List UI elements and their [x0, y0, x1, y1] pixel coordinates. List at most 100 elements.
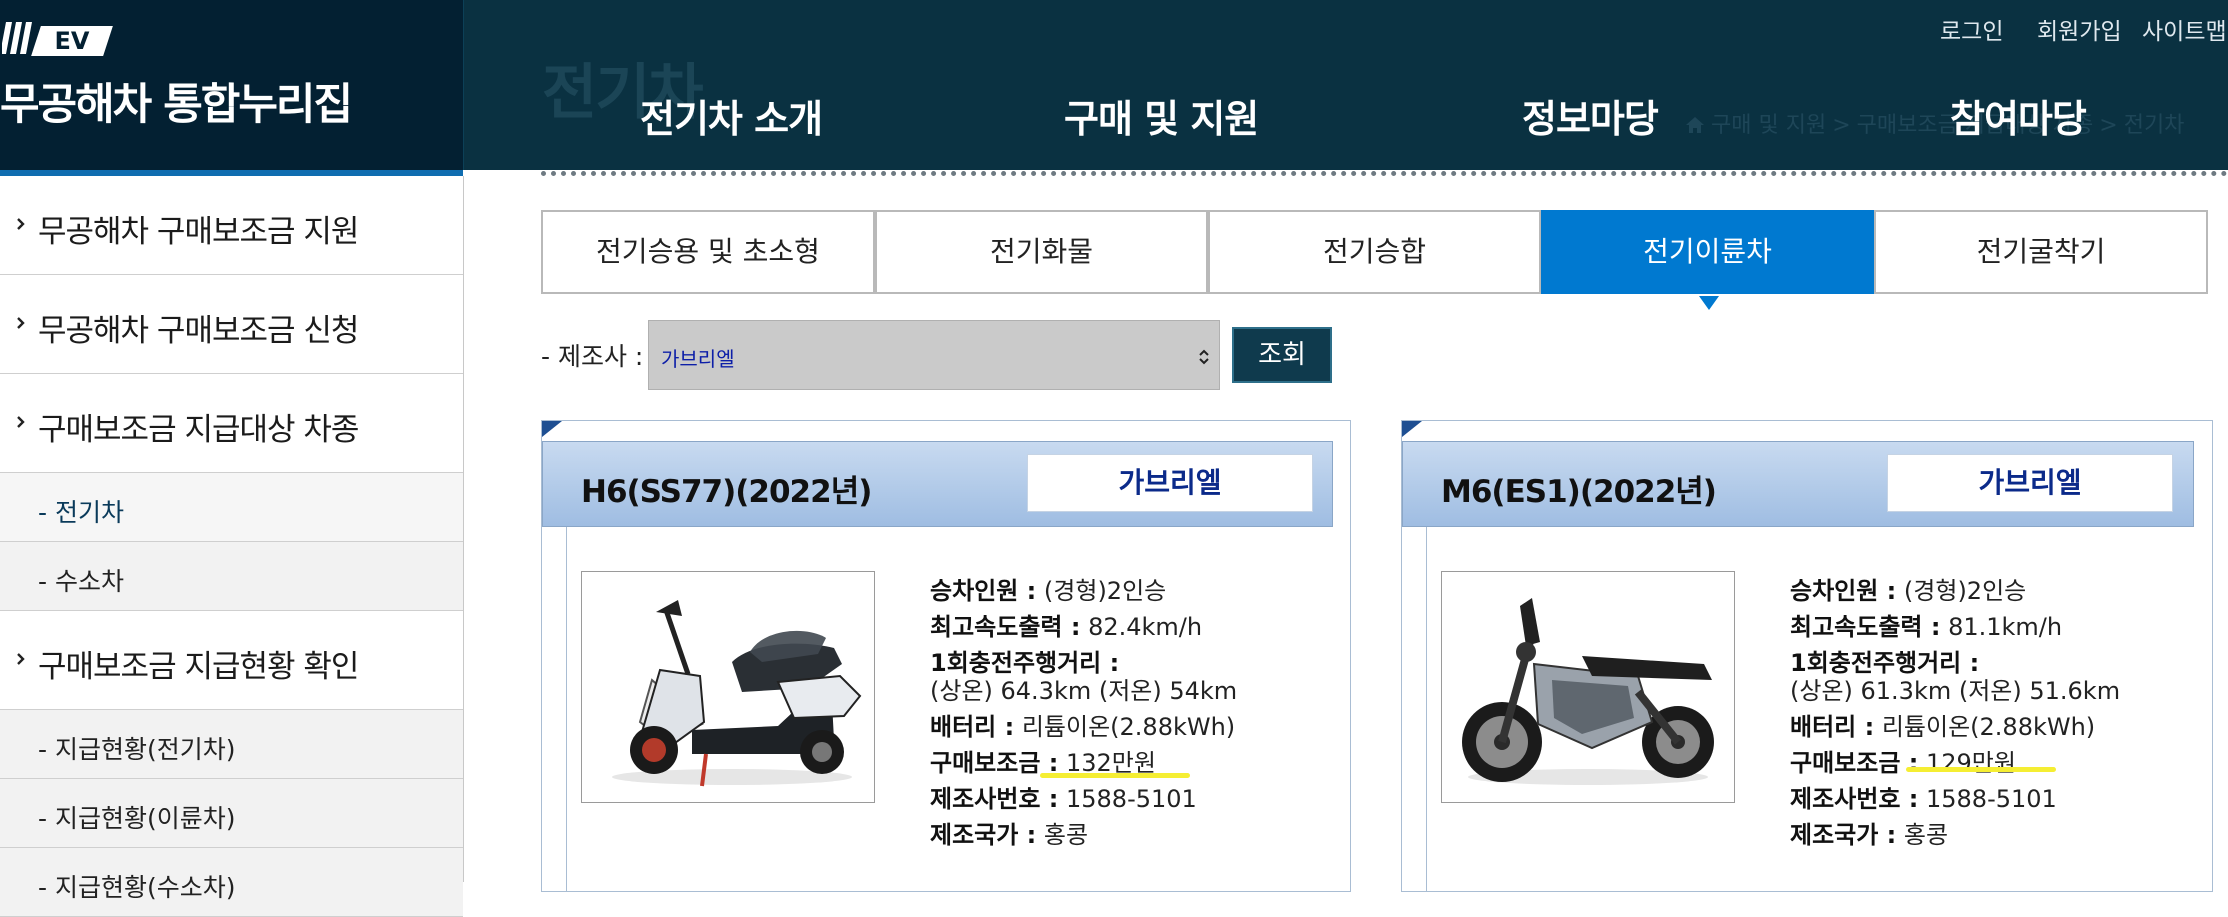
sidebar-item-label: - 지급현황(수소차)	[38, 873, 236, 902]
sidebar-item-eligible-models[interactable]: 구매보조금 지급대상 차종	[0, 374, 463, 473]
chevron-right-icon	[17, 416, 25, 428]
spec-label: 최고속도출력 :	[1790, 613, 1941, 641]
spec-value: 129만원	[1926, 749, 2016, 777]
spec-range: (상온) 64.3km (저온) 54km	[930, 671, 1237, 706]
spec-seats: 승차인원 : (경형)2인승	[930, 571, 1166, 606]
spec-label: 구매보조금 :	[1790, 749, 1919, 777]
chevron-right-icon	[17, 653, 25, 665]
subsidy-highlight	[1040, 773, 1190, 778]
tab-cargo[interactable]: 전기화물	[875, 210, 1208, 294]
spec-label: 제조국가 :	[1790, 821, 1897, 849]
manufacturer-select[interactable]: 가브리엘	[648, 320, 1220, 390]
spec-phone: 제조사번호 : 1588-5101	[930, 779, 1197, 814]
sidebar-subitem-status-hydrogen[interactable]: - 지급현황(수소차)	[0, 848, 463, 917]
sidebar-item-payment-status[interactable]: 구매보조금 지급현황 확인	[0, 611, 463, 710]
spec-country: 제조국가 : 홍콩	[1790, 815, 1948, 850]
manufacturer-select-value: 가브리엘	[661, 347, 735, 371]
manufacturer-label: - 제조사 :	[541, 342, 644, 371]
spec-value: 홍콩	[1043, 821, 1089, 849]
sidebar-subitem-status-ev[interactable]: - 지급현황(전기차)	[0, 710, 463, 779]
scooter-photo-icon	[581, 571, 875, 803]
sidebar-item-label: - 지급현황(전기차)	[38, 735, 236, 764]
spec-value: (경형)2인승	[1043, 577, 1167, 605]
spec-speed: 최고속도출력 : 82.4km/h	[930, 607, 1202, 642]
subsidy-highlight	[1906, 767, 2056, 772]
spec-value: (상온) 61.3km (저온) 51.6km	[1790, 677, 2121, 705]
sidebar-item-subsidy-support[interactable]: 무공해차 구매보조금 지원	[0, 176, 463, 275]
sidebar-subitem-status-two-wheel[interactable]: - 지급현황(이륜차)	[0, 779, 463, 848]
chevron-right-icon	[17, 317, 25, 329]
spec-seats: 승차인원 : (경형)2인승	[1790, 571, 2026, 606]
spec-label: 배터리 :	[930, 713, 1015, 741]
spec-value: (상온) 64.3km (저온) 54km	[930, 677, 1238, 705]
card-corner-mark	[542, 421, 562, 437]
vehicle-card-header: H6(SS77)(2022년) 가브리엘	[542, 441, 1333, 527]
vehicle-maker-badge: 가브리엘	[1027, 454, 1313, 512]
logo-title: 무공해차 통합누리집	[0, 80, 353, 130]
spec-battery: 배터리 : 리튬이온(2.88kWh)	[930, 707, 1235, 742]
vehicle-model-name: M6(ES1)(2022년)	[1441, 474, 1717, 510]
vehicle-type-tabs: 전기승용 및 초소형 전기화물 전기승합 전기이륜차 전기굴착기	[541, 210, 2208, 294]
sidebar: 무공해차 구매보조금 지원 무공해차 구매보조금 신청 구매보조금 지급대상 차…	[0, 176, 464, 917]
spec-value: 1588-5101	[1066, 785, 1197, 813]
spec-value: 82.4km/h	[1088, 613, 1203, 641]
spec-label: 승차인원 :	[930, 577, 1037, 605]
breadcrumb-item[interactable]: 전기차	[2124, 113, 2185, 138]
sidebar-item-label: - 수소차	[38, 567, 124, 596]
vehicle-card-header: M6(ES1)(2022년) 가브리엘	[1402, 441, 2194, 527]
sidebar-item-label: - 지급현황(이륜차)	[38, 804, 236, 833]
spec-label: 승차인원 :	[1790, 577, 1897, 605]
vehicle-card: H6(SS77)(2022년) 가브리엘 승차인원 : (경형)2인승 최고속도…	[541, 420, 1351, 892]
spec-label: 제조국가 :	[930, 821, 1037, 849]
spec-label: 제조사번호 :	[1790, 785, 1919, 813]
login-link[interactable]: 로그인	[1940, 12, 2003, 46]
spec-label: 제조사번호 :	[930, 785, 1059, 813]
gnb-ev-intro[interactable]: 전기차 소개	[640, 88, 823, 143]
select-updown-icon	[1199, 349, 1209, 365]
spec-value: (경형)2인승	[1903, 577, 2027, 605]
spec-value: 홍콩	[1903, 821, 1949, 849]
content-divider	[541, 171, 2228, 176]
spec-value: 1588-5101	[1926, 785, 2057, 813]
gnb-purchase-support[interactable]: 구매 및 지원	[1064, 88, 1259, 143]
tab-passenger-compact[interactable]: 전기승용 및 초소형	[541, 210, 875, 294]
spec-battery: 배터리 : 리튬이온(2.88kWh)	[1790, 707, 2095, 742]
spec-subsidy: 구매보조금 : 129만원	[1790, 743, 2016, 778]
vehicle-model-name: H6(SS77)(2022년)	[581, 474, 872, 510]
vehicle-card: M6(ES1)(2022년) 가브리엘 승차인원 : (경형)2인승 최고속도출…	[1401, 420, 2213, 892]
tab-excavator[interactable]: 전기굴착기	[1874, 210, 2208, 294]
home-icon[interactable]	[1686, 117, 1704, 133]
spec-phone: 제조사번호 : 1588-5101	[1790, 779, 2057, 814]
sidebar-item-label: 무공해차 구매보조금 신청	[38, 313, 359, 349]
sidebar-item-label: 구매보조금 지급대상 차종	[38, 412, 359, 448]
vehicle-maker-badge: 가브리엘	[1887, 454, 2173, 512]
sidebar-item-label: 무공해차 구매보조금 지원	[38, 214, 359, 250]
gnb-info[interactable]: 정보마당	[1522, 88, 1659, 143]
site-logo[interactable]: EV 무공해차 통합누리집	[0, 0, 464, 170]
sidebar-item-subsidy-apply[interactable]: 무공해차 구매보조금 신청	[0, 275, 463, 374]
signup-link[interactable]: 회원가입	[2037, 12, 2122, 46]
spec-label: 구매보조금 :	[930, 749, 1059, 777]
breadcrumb-item[interactable]: 구매 및 지원	[1711, 113, 1826, 138]
search-button[interactable]: 조회	[1232, 327, 1332, 383]
sidebar-item-label: 구매보조금 지급현황 확인	[38, 649, 359, 685]
spec-speed: 최고속도출력 : 81.1km/h	[1790, 607, 2062, 642]
sidebar-item-label: - 전기차	[38, 498, 124, 527]
chevron-right-icon	[17, 218, 25, 230]
breadcrumb-separator: >	[2099, 113, 2118, 138]
spec-value: 81.1km/h	[1948, 613, 2063, 641]
card-corner-mark	[1402, 421, 1422, 437]
sitemap-link[interactable]: 사이트맵	[2142, 12, 2227, 46]
gnb-participation[interactable]: 참여마당	[1950, 88, 2087, 143]
breadcrumb-separator: >	[1832, 113, 1851, 138]
tab-bus[interactable]: 전기승합	[1208, 210, 1541, 294]
sidebar-subitem-hydrogen[interactable]: - 수소차	[0, 542, 463, 611]
spec-range: (상온) 61.3km (저온) 51.6km	[1790, 671, 2120, 706]
tab-two-wheeler[interactable]: 전기이륜차	[1541, 210, 1874, 294]
sidebar-subitem-ev[interactable]: - 전기차	[0, 473, 463, 542]
active-tab-pointer	[1699, 296, 1719, 310]
logo-ev-text: EV	[54, 27, 90, 55]
spec-label: 배터리 :	[1790, 713, 1875, 741]
breadcrumb: 구매 및 지원 > 구매보조금 지급대상 차종 > 전기차	[1686, 107, 2184, 139]
spec-label: 최고속도출력 :	[930, 613, 1081, 641]
